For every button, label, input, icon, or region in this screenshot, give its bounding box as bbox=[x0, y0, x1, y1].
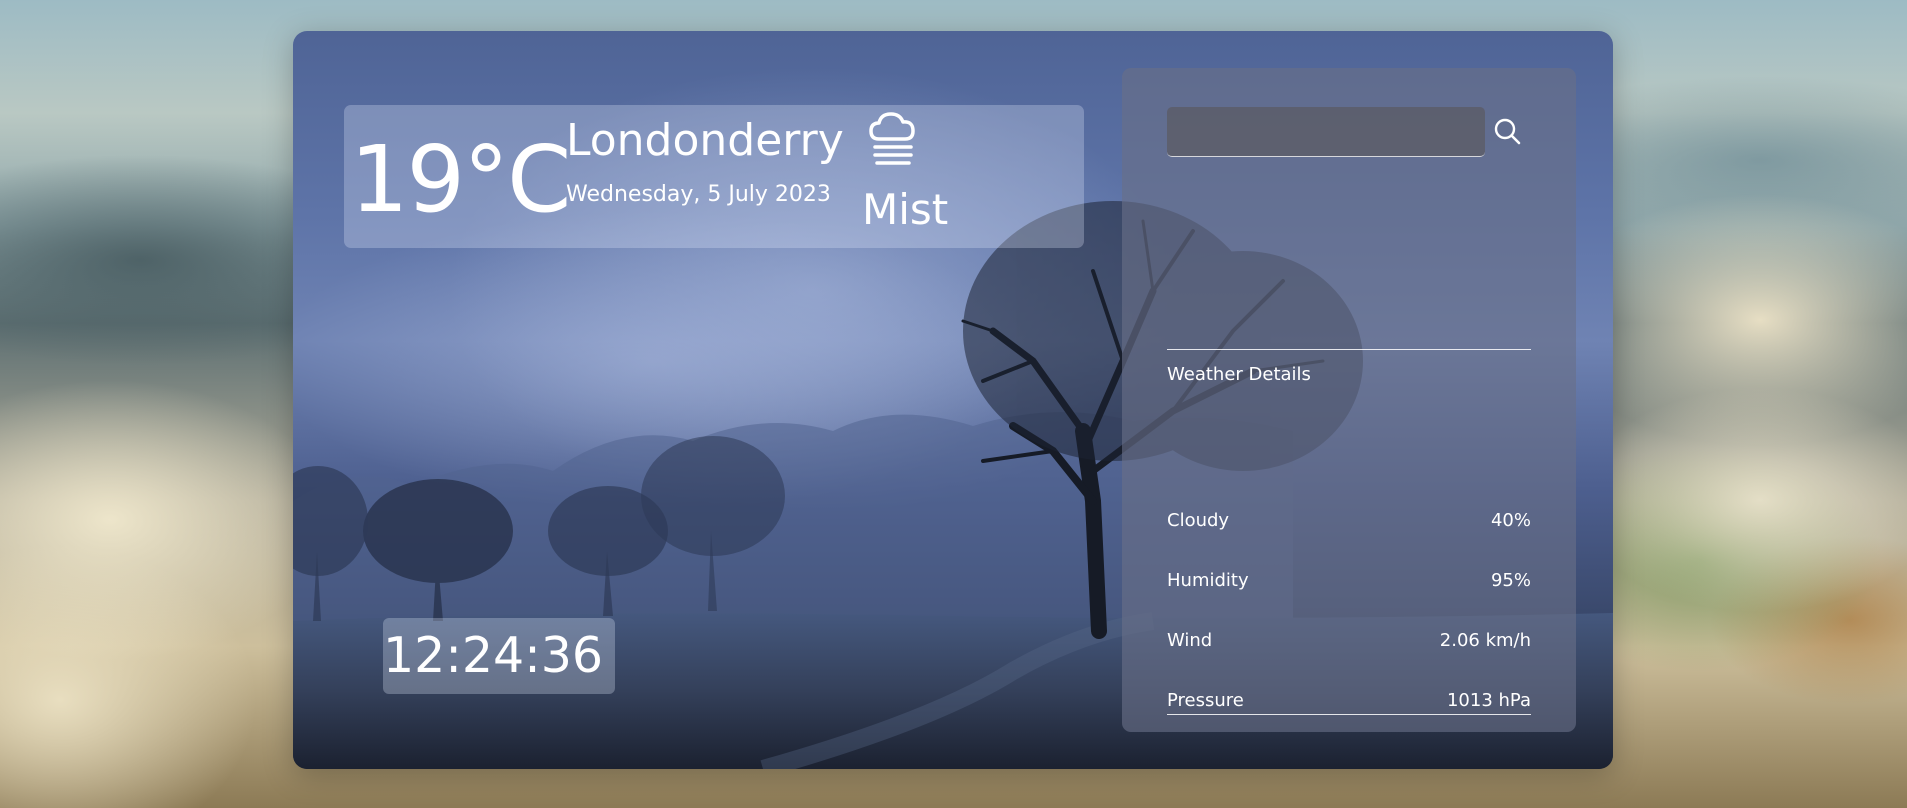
search-input[interactable] bbox=[1167, 107, 1485, 157]
detail-label: Humidity bbox=[1167, 570, 1249, 591]
weather-condition: Mist bbox=[862, 185, 949, 234]
detail-row-pressure: Pressure 1013 hPa bbox=[1167, 688, 1531, 715]
current-weather-box: 19°C Londonderry Wednesday, 5 July 2023 … bbox=[344, 105, 1084, 248]
detail-value: 40% bbox=[1490, 510, 1531, 531]
detail-label: Cloudy bbox=[1167, 510, 1230, 531]
mist-icon bbox=[869, 112, 915, 165]
city-name: Londonderry bbox=[566, 115, 844, 166]
detail-value: 1013 hPa bbox=[1446, 690, 1531, 711]
detail-row-wind: Wind 2.06 km/h bbox=[1167, 628, 1531, 654]
current-date: Wednesday, 5 July 2023 bbox=[566, 182, 831, 207]
detail-value: 2.06 km/h bbox=[1439, 630, 1531, 651]
detail-label: Pressure bbox=[1167, 690, 1244, 711]
clock-box: 12:24:36 bbox=[383, 618, 615, 694]
detail-label: Wind bbox=[1167, 630, 1213, 651]
detail-value: 95% bbox=[1490, 570, 1531, 591]
weather-card: 19°C Londonderry Wednesday, 5 July 2023 … bbox=[293, 31, 1613, 769]
details-panel: Weather Details Cloudy 40% Humidity 95% … bbox=[1122, 68, 1576, 732]
details-title: Weather Details bbox=[1167, 364, 1311, 385]
clock-time: 12:24:36 bbox=[383, 627, 604, 684]
panel-divider bbox=[1167, 349, 1531, 350]
temperature-value: 19°C bbox=[350, 126, 571, 233]
search-icon[interactable] bbox=[1490, 114, 1526, 150]
detail-row-humidity: Humidity 95% bbox=[1167, 568, 1531, 594]
detail-row-cloudy: Cloudy 40% bbox=[1167, 508, 1531, 534]
